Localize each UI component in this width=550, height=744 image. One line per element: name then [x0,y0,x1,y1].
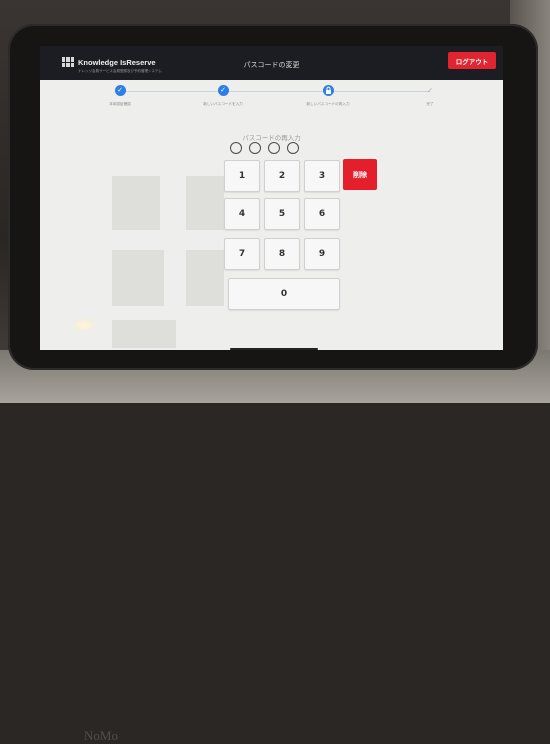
delete-button[interactable]: 削除 [343,159,377,190]
key-5[interactable]: 5 [264,198,300,230]
light-glare [72,318,96,332]
logout-button[interactable]: ログアウト [448,52,496,69]
background-tile [112,320,176,348]
key-0[interactable]: 0 [228,278,340,310]
step-2: ✓ 新しいパスコードを入力 [183,85,263,107]
check-icon: ✓ [217,85,229,96]
key-2[interactable]: 2 [264,160,300,192]
pin-dot [287,142,299,154]
step-label: 本体認証確認 [109,102,131,106]
step-3: 新しいパスコードの再入力 [288,85,368,107]
pin-indicator [230,142,299,154]
key-3[interactable]: 3 [304,160,340,192]
key-7[interactable]: 7 [224,238,260,270]
step-label: 新しいパスコードを入力 [203,102,243,106]
key-6[interactable]: 6 [304,198,340,230]
check-icon: ✓ [426,86,434,95]
pin-dot [268,142,280,154]
key-4[interactable]: 4 [224,198,260,230]
key-9[interactable]: 9 [304,238,340,270]
kiosk-label: NoMo [84,728,118,743]
stepper-line [120,91,430,92]
step-label: 完了 [426,102,434,106]
background-tile [186,176,224,230]
step-1: ✓ 本体認証確認 [80,85,160,107]
step-4: ✓ 完了 [390,85,470,107]
key-8[interactable]: 8 [264,238,300,270]
page-title: パスコードの変更 [243,61,300,69]
background-tile [186,250,224,306]
lock-icon [322,85,334,96]
progress-stepper: ✓ 本体認証確認 ✓ 新しいパスコードを入力 新しいパスコードの再入力 ✓ 完了 [40,80,503,116]
step-label: 新しいパスコードの再入力 [306,102,350,106]
background-tile [112,250,164,306]
check-icon: ✓ [114,85,126,96]
app-header: Knowledge IsReserve ナレッジ会員サービス会員登録及び予約管理… [40,46,503,80]
background-tile [112,176,160,230]
tablet-screen: Knowledge IsReserve ナレッジ会員サービス会員登録及び予約管理… [40,46,503,350]
pin-dot [230,142,242,154]
pin-prompt: パスコードの再入力 [242,134,301,142]
pin-dot [249,142,261,154]
key-1[interactable]: 1 [224,160,260,192]
home-indicator [230,348,318,350]
